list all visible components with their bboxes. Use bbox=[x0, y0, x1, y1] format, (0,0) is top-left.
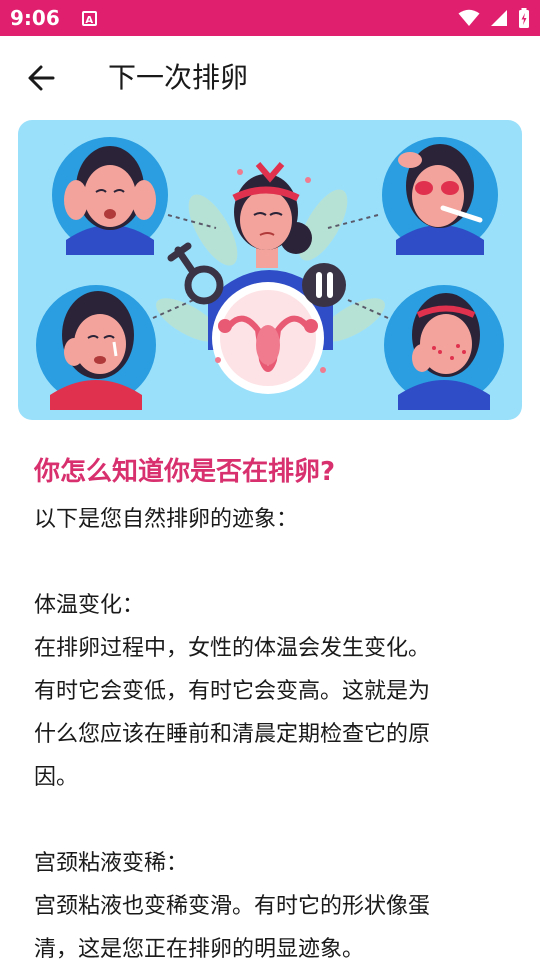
acne-figure bbox=[384, 285, 504, 410]
back-button[interactable] bbox=[22, 56, 62, 100]
section-heading: 宫颈粘液变稀： bbox=[34, 851, 189, 876]
article-question: 你怎么知道你是否在排卵? bbox=[34, 457, 336, 487]
ovulation-illustration bbox=[36, 137, 504, 410]
page-title: 下一次排卵 bbox=[108, 61, 249, 94]
article: 你怎么知道你是否在排卵? 以下是您自然排卵的迹象： 体温变化： 在排卵过程中，女… bbox=[34, 446, 504, 971]
section-line: 宫颈粘液也变稀变滑。有时它的形状像蛋 bbox=[34, 894, 431, 919]
section-line: 清，这是您正在排卵的明显迹象。 bbox=[34, 937, 365, 962]
wifi-icon bbox=[458, 9, 480, 26]
app-bar: 下一次排卵 bbox=[0, 36, 540, 120]
section-line: 什么您应该在睡前和清晨定期检查它的原 bbox=[34, 722, 431, 747]
status-icons bbox=[458, 0, 530, 36]
crying-figure bbox=[36, 285, 156, 410]
section-line: 有时它会变低，有时它会变高。这就是为 bbox=[34, 679, 431, 704]
status-bar: 9:06 A bbox=[0, 0, 540, 36]
arrow-left-icon bbox=[28, 65, 55, 91]
battery-icon bbox=[519, 8, 529, 28]
signal-icon bbox=[491, 10, 507, 26]
fever-figure bbox=[382, 137, 498, 255]
section-line: 在排卵过程中，女性的体温会发生变化。 bbox=[34, 636, 431, 661]
pill-icon bbox=[302, 263, 346, 307]
notification-app-icon: A bbox=[81, 10, 97, 26]
hero-illustration bbox=[18, 120, 522, 420]
article-intro: 以下是您自然排卵的迹象： bbox=[34, 507, 299, 532]
headache-figure bbox=[52, 137, 168, 255]
section-line: 因。 bbox=[34, 765, 79, 790]
section-heading: 体温变化： bbox=[34, 593, 145, 618]
status-time: 9:06 bbox=[10, 6, 60, 30]
